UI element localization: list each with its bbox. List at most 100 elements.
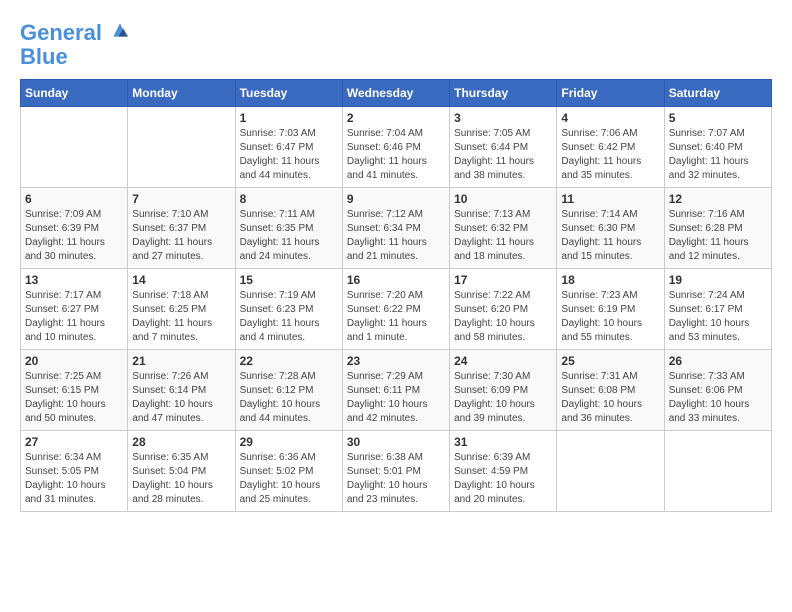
header-day-friday: Friday (557, 80, 664, 107)
day-number: 2 (347, 111, 445, 125)
day-info: Sunrise: 7:20 AM Sunset: 6:22 PM Dayligh… (347, 289, 445, 345)
day-number: 10 (454, 192, 552, 206)
header-day-sunday: Sunday (21, 80, 128, 107)
day-cell: 26 Sunrise: 7:33 AM Sunset: 6:06 PM Dayli… (664, 350, 771, 431)
day-info: Sunrise: 7:17 AM Sunset: 6:27 PM Dayligh… (25, 289, 123, 345)
header-day-wednesday: Wednesday (342, 80, 449, 107)
day-cell: 10Sunrise: 7:13 AM Sunset: 6:32 PM Dayli… (450, 188, 557, 269)
day-cell: 5Sunrise: 7:07 AM Sunset: 6:40 PM Daylig… (664, 107, 771, 188)
day-cell: 9 Sunrise: 7:12 AM Sunset: 6:34 PM Daylig… (342, 188, 449, 269)
day-info: Sunrise: 7:03 AM Sunset: 6:47 PM Dayligh… (240, 127, 338, 183)
calendar-table: SundayMondayTuesdayWednesdayThursdayFrid… (20, 79, 772, 512)
day-info: Sunrise: 7:29 AM Sunset: 6:11 PM Dayligh… (347, 370, 445, 426)
day-info: Sunrise: 7:30 AM Sunset: 6:09 PM Dayligh… (454, 370, 552, 426)
day-number: 26 (669, 354, 767, 368)
day-number: 27 (25, 435, 123, 449)
day-info: Sunrise: 6:35 AM Sunset: 5:04 PM Dayligh… (132, 451, 230, 507)
day-info: Sunrise: 7:09 AM Sunset: 6:39 PM Dayligh… (25, 208, 123, 264)
day-cell: 7Sunrise: 7:10 AM Sunset: 6:37 PM Daylig… (128, 188, 235, 269)
day-cell: 17 Sunrise: 7:22 AM Sunset: 6:20 PM Dayli… (450, 269, 557, 350)
logo-general: General (20, 20, 102, 45)
day-info: Sunrise: 7:12 AM Sunset: 6:34 PM Dayligh… (347, 208, 445, 264)
header-day-tuesday: Tuesday (235, 80, 342, 107)
day-info: Sunrise: 7:31 AM Sunset: 6:08 PM Dayligh… (561, 370, 659, 426)
day-info: Sunrise: 7:19 AM Sunset: 6:23 PM Dayligh… (240, 289, 338, 345)
day-cell: 24 Sunrise: 7:30 AM Sunset: 6:09 PM Dayli… (450, 350, 557, 431)
day-cell (664, 431, 771, 512)
day-number: 21 (132, 354, 230, 368)
day-info: Sunrise: 6:39 AM Sunset: 4:59 PM Dayligh… (454, 451, 552, 507)
day-cell: 16 Sunrise: 7:20 AM Sunset: 6:22 PM Dayli… (342, 269, 449, 350)
day-cell: 8 Sunrise: 7:11 AM Sunset: 6:35 PM Daylig… (235, 188, 342, 269)
day-info: Sunrise: 7:22 AM Sunset: 6:20 PM Dayligh… (454, 289, 552, 345)
day-cell: 2 Sunrise: 7:04 AM Sunset: 6:46 PM Daylig… (342, 107, 449, 188)
day-info: Sunrise: 7:24 AM Sunset: 6:17 PM Dayligh… (669, 289, 767, 345)
day-number: 19 (669, 273, 767, 287)
day-cell: 30Sunrise: 6:38 AM Sunset: 5:01 PM Dayli… (342, 431, 449, 512)
week-row-3: 13 Sunrise: 7:17 AM Sunset: 6:27 PM Dayli… (21, 269, 772, 350)
day-info: Sunrise: 7:14 AM Sunset: 6:30 PM Dayligh… (561, 208, 659, 264)
logo-icon (110, 20, 130, 40)
day-info: Sunrise: 7:16 AM Sunset: 6:28 PM Dayligh… (669, 208, 767, 264)
day-number: 9 (347, 192, 445, 206)
day-info: Sunrise: 7:33 AM Sunset: 6:06 PM Dayligh… (669, 370, 767, 426)
day-number: 1 (240, 111, 338, 125)
day-cell: 14 Sunrise: 7:18 AM Sunset: 6:25 PM Dayli… (128, 269, 235, 350)
day-info: Sunrise: 6:34 AM Sunset: 5:05 PM Dayligh… (25, 451, 123, 507)
day-info: Sunrise: 7:18 AM Sunset: 6:25 PM Dayligh… (132, 289, 230, 345)
day-cell (557, 431, 664, 512)
header-day-saturday: Saturday (664, 80, 771, 107)
week-row-4: 20Sunrise: 7:25 AM Sunset: 6:15 PM Dayli… (21, 350, 772, 431)
day-info: Sunrise: 7:25 AM Sunset: 6:15 PM Dayligh… (25, 370, 123, 426)
day-cell: 29Sunrise: 6:36 AM Sunset: 5:02 PM Dayli… (235, 431, 342, 512)
day-cell (128, 107, 235, 188)
day-cell: 27 Sunrise: 6:34 AM Sunset: 5:05 PM Dayli… (21, 431, 128, 512)
day-number: 7 (132, 192, 230, 206)
day-number: 14 (132, 273, 230, 287)
day-info: Sunrise: 7:07 AM Sunset: 6:40 PM Dayligh… (669, 127, 767, 183)
day-cell: 15 Sunrise: 7:19 AM Sunset: 6:23 PM Dayli… (235, 269, 342, 350)
day-number: 24 (454, 354, 552, 368)
day-info: Sunrise: 7:05 AM Sunset: 6:44 PM Dayligh… (454, 127, 552, 183)
day-cell: 12 Sunrise: 7:16 AM Sunset: 6:28 PM Dayli… (664, 188, 771, 269)
day-info: Sunrise: 6:36 AM Sunset: 5:02 PM Dayligh… (240, 451, 338, 507)
day-cell: 23Sunrise: 7:29 AM Sunset: 6:11 PM Dayli… (342, 350, 449, 431)
day-info: Sunrise: 7:11 AM Sunset: 6:35 PM Dayligh… (240, 208, 338, 264)
day-number: 4 (561, 111, 659, 125)
day-cell: 6Sunrise: 7:09 AM Sunset: 6:39 PM Daylig… (21, 188, 128, 269)
header-day-monday: Monday (128, 80, 235, 107)
day-cell: 11Sunrise: 7:14 AM Sunset: 6:30 PM Dayli… (557, 188, 664, 269)
day-number: 15 (240, 273, 338, 287)
week-row-1: 1 Sunrise: 7:03 AM Sunset: 6:47 PM Daylig… (21, 107, 772, 188)
day-number: 17 (454, 273, 552, 287)
day-info: Sunrise: 7:04 AM Sunset: 6:46 PM Dayligh… (347, 127, 445, 183)
day-cell: 13 Sunrise: 7:17 AM Sunset: 6:27 PM Dayli… (21, 269, 128, 350)
day-info: Sunrise: 7:26 AM Sunset: 6:14 PM Dayligh… (132, 370, 230, 426)
day-number: 12 (669, 192, 767, 206)
calendar-body: 1 Sunrise: 7:03 AM Sunset: 6:47 PM Daylig… (21, 107, 772, 512)
day-cell (21, 107, 128, 188)
day-cell: 3 Sunrise: 7:05 AM Sunset: 6:44 PM Daylig… (450, 107, 557, 188)
day-info: Sunrise: 7:06 AM Sunset: 6:42 PM Dayligh… (561, 127, 659, 183)
day-cell: 4 Sunrise: 7:06 AM Sunset: 6:42 PM Daylig… (557, 107, 664, 188)
day-cell: 21 Sunrise: 7:26 AM Sunset: 6:14 PM Dayli… (128, 350, 235, 431)
day-info: Sunrise: 7:28 AM Sunset: 6:12 PM Dayligh… (240, 370, 338, 426)
logo-blue: Blue (20, 45, 130, 69)
day-number: 8 (240, 192, 338, 206)
day-number: 30 (347, 435, 445, 449)
day-info: Sunrise: 7:23 AM Sunset: 6:19 PM Dayligh… (561, 289, 659, 345)
day-number: 13 (25, 273, 123, 287)
day-number: 22 (240, 354, 338, 368)
day-cell: 22 Sunrise: 7:28 AM Sunset: 6:12 PM Dayli… (235, 350, 342, 431)
logo-text: General (20, 20, 130, 45)
week-row-2: 6Sunrise: 7:09 AM Sunset: 6:39 PM Daylig… (21, 188, 772, 269)
day-cell: 18Sunrise: 7:23 AM Sunset: 6:19 PM Dayli… (557, 269, 664, 350)
week-row-5: 27 Sunrise: 6:34 AM Sunset: 5:05 PM Dayli… (21, 431, 772, 512)
day-cell: 28Sunrise: 6:35 AM Sunset: 5:04 PM Dayli… (128, 431, 235, 512)
header-row: SundayMondayTuesdayWednesdayThursdayFrid… (21, 80, 772, 107)
day-number: 3 (454, 111, 552, 125)
day-number: 16 (347, 273, 445, 287)
day-number: 31 (454, 435, 552, 449)
day-cell: 1 Sunrise: 7:03 AM Sunset: 6:47 PM Daylig… (235, 107, 342, 188)
day-cell: 19 Sunrise: 7:24 AM Sunset: 6:17 PM Dayli… (664, 269, 771, 350)
